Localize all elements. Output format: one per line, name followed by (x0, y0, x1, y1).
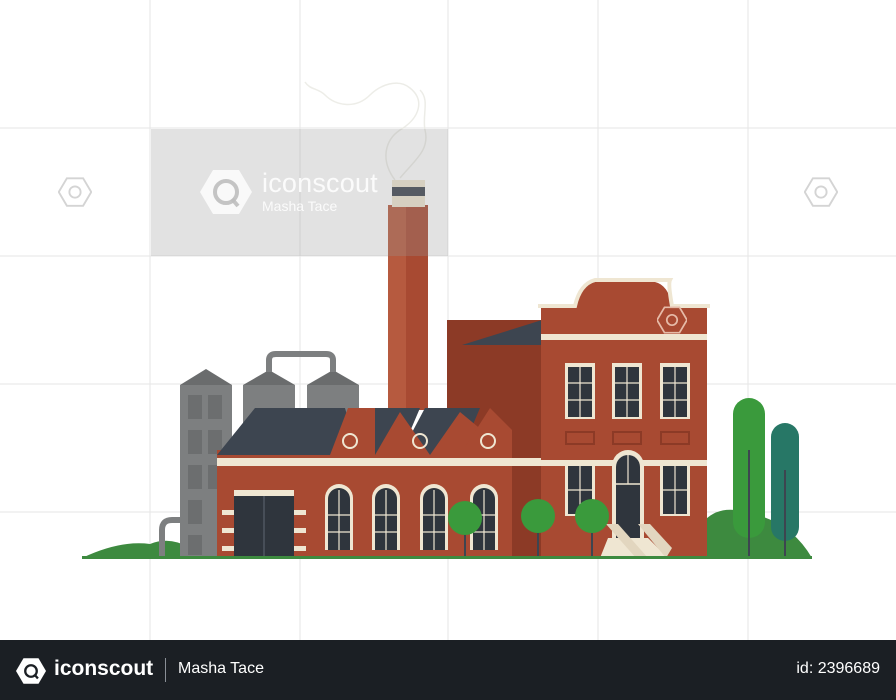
watermark-small-icon-right (804, 177, 838, 207)
iconscout-logo-icon[interactable] (16, 656, 46, 686)
watermark-small-icon-center (657, 306, 687, 334)
office-windows-top (565, 363, 690, 419)
low-building (217, 408, 547, 558)
watermark-small-icon-left (58, 177, 92, 207)
watermark-logo-icon (200, 170, 252, 214)
watermark-author: Masha Tace (262, 198, 338, 214)
footer-author[interactable]: Masha Tace (178, 660, 264, 678)
footer-brand[interactable]: iconscout (54, 657, 153, 681)
footer-divider (165, 658, 166, 682)
watermark-brand: iconscout (262, 168, 378, 198)
factory-illustration (82, 81, 812, 559)
footer-asset-id: id: 2396689 (796, 660, 880, 677)
footer-bar: iconscout Masha Tace id: 2396689 (0, 640, 896, 700)
left-bush (82, 540, 190, 558)
